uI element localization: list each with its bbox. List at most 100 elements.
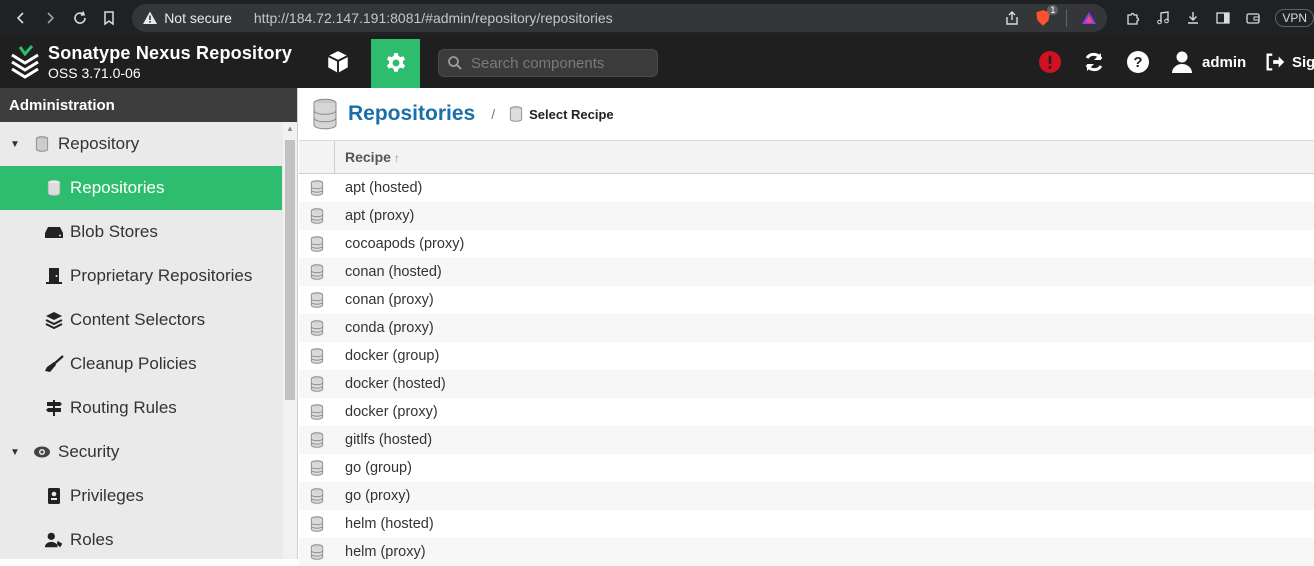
recipe-row[interactable]: conan (proxy) bbox=[299, 286, 1314, 314]
admin-sidebar: Administration ▼ Repository Repositories… bbox=[0, 88, 298, 559]
recipe-name: conan (proxy) bbox=[345, 292, 434, 308]
database-icon bbox=[299, 460, 335, 476]
database-icon bbox=[299, 348, 335, 364]
sidebar-item-content-selectors[interactable]: Content Selectors bbox=[0, 298, 282, 342]
database-icon bbox=[299, 432, 335, 448]
database-icon bbox=[299, 264, 335, 280]
vpn-button[interactable]: VPN bbox=[1275, 9, 1314, 27]
breadcrumb-current: Select Recipe bbox=[529, 106, 614, 122]
search-input[interactable] bbox=[471, 54, 651, 72]
chevron-right-icon bbox=[47, 12, 55, 24]
back-button[interactable] bbox=[6, 3, 36, 33]
music-icon[interactable] bbox=[1155, 10, 1171, 26]
sign-out-icon bbox=[1266, 53, 1285, 71]
breadcrumb-separator: / bbox=[491, 106, 496, 122]
sidebar-item-blob-stores[interactable]: Blob Stores bbox=[0, 210, 282, 254]
sidebar-item-cleanup-policies[interactable]: Cleanup Policies bbox=[0, 342, 282, 386]
recipe-name: conan (hosted) bbox=[345, 264, 442, 280]
username-label: admin bbox=[1202, 53, 1247, 71]
recipe-row[interactable]: go (proxy) bbox=[299, 482, 1314, 510]
sidebar-item-label: Privileges bbox=[70, 486, 144, 505]
nexus-logo-icon bbox=[11, 45, 39, 79]
grid-header: Recipe ↑ bbox=[299, 140, 1314, 174]
recipe-name: go (proxy) bbox=[345, 488, 411, 504]
sign-out-button[interactable]: Sig bbox=[1264, 36, 1314, 88]
app-header: Sonatype Nexus Repository OSS 3.71.0-06 … bbox=[0, 36, 1314, 88]
door-icon bbox=[44, 266, 64, 286]
brand-title: Sonatype Nexus Repository bbox=[48, 43, 293, 63]
sidebar-item-label: Routing Rules bbox=[70, 398, 177, 417]
bookmark-button[interactable] bbox=[95, 3, 125, 33]
sidebar-item-repository[interactable]: ▼ Repository bbox=[0, 122, 282, 166]
warning-icon bbox=[143, 11, 158, 24]
recipe-row[interactable]: docker (proxy) bbox=[299, 398, 1314, 426]
recipe-row[interactable]: conda (proxy) bbox=[299, 314, 1314, 342]
page-title[interactable]: Repositories bbox=[348, 102, 475, 126]
database-icon bbox=[299, 236, 335, 252]
share-icon[interactable] bbox=[1004, 10, 1020, 26]
search-components[interactable] bbox=[438, 49, 658, 77]
sidebar-item-proprietary-repositories[interactable]: Proprietary Repositories bbox=[0, 254, 282, 298]
security-label[interactable]: Not secure bbox=[164, 10, 232, 26]
recipe-row[interactable]: helm (hosted) bbox=[299, 510, 1314, 538]
download-icon[interactable] bbox=[1185, 10, 1201, 26]
sidebar-item-repositories[interactable]: Repositories bbox=[0, 166, 282, 210]
recipe-row[interactable]: conan (hosted) bbox=[299, 258, 1314, 286]
divider bbox=[1066, 9, 1068, 27]
reload-icon bbox=[74, 11, 86, 24]
recipe-row[interactable]: docker (group) bbox=[299, 342, 1314, 370]
recipe-column-header[interactable]: Recipe ↑ bbox=[345, 149, 400, 165]
drive-icon bbox=[44, 222, 64, 242]
database-icon bbox=[299, 180, 335, 196]
brave-shield-icon[interactable]: 1 bbox=[1034, 5, 1059, 27]
recipe-row[interactable]: go (group) bbox=[299, 454, 1314, 482]
recipe-row[interactable]: docker (hosted) bbox=[299, 370, 1314, 398]
brave-badge: 1 bbox=[1047, 5, 1059, 15]
browse-mode-button[interactable] bbox=[318, 36, 358, 88]
extensions-icon[interactable] bbox=[1125, 10, 1141, 26]
recipe-name: helm (proxy) bbox=[345, 544, 426, 560]
alert-icon bbox=[1039, 51, 1061, 73]
sidebar-item-privileges[interactable]: Privileges bbox=[0, 474, 282, 518]
scroll-up-icon[interactable]: ▲ bbox=[283, 124, 297, 136]
address-bar[interactable]: Not secure http://184.72.147.191:8081/#a… bbox=[132, 4, 1108, 32]
system-alert-button[interactable] bbox=[1038, 36, 1062, 88]
refresh-button[interactable] bbox=[1082, 36, 1106, 88]
browser-toolbar: Not secure http://184.72.147.191:8081/#a… bbox=[0, 0, 1314, 36]
recipe-row[interactable]: helm (proxy) bbox=[299, 538, 1314, 566]
sidebar-toggle-icon[interactable] bbox=[1215, 10, 1231, 26]
recipe-name: go (group) bbox=[345, 460, 412, 476]
recipe-name: docker (group) bbox=[345, 348, 440, 364]
brand[interactable]: Sonatype Nexus Repository OSS 3.71.0-06 bbox=[48, 43, 292, 81]
user-menu[interactable]: admin bbox=[1170, 36, 1246, 88]
brave-rewards-icon[interactable] bbox=[1081, 10, 1097, 26]
recipe-name: gitlfs (hosted) bbox=[345, 432, 433, 448]
help-icon: ? bbox=[1127, 51, 1149, 73]
refresh-icon bbox=[1085, 52, 1103, 72]
recipe-row[interactable]: apt (proxy) bbox=[299, 202, 1314, 230]
recipe-row[interactable]: cocoapods (proxy) bbox=[299, 230, 1314, 258]
database-icon bbox=[299, 516, 335, 532]
sidebar-item-security[interactable]: ▼ Security bbox=[0, 430, 282, 474]
reload-button[interactable] bbox=[65, 3, 95, 33]
icon-column-header bbox=[299, 140, 335, 174]
gear-icon bbox=[386, 52, 405, 72]
caret-down-icon[interactable]: ▼ bbox=[10, 139, 20, 150]
forward-button[interactable] bbox=[36, 3, 66, 33]
sidebar-item-label: Repositories bbox=[70, 178, 165, 197]
database-icon bbox=[313, 98, 337, 130]
sidebar-item-label: Roles bbox=[70, 530, 114, 549]
help-button[interactable]: ? bbox=[1126, 36, 1150, 88]
recipe-row[interactable]: gitlfs (hosted) bbox=[299, 426, 1314, 454]
recipe-row[interactable]: apt (hosted) bbox=[299, 174, 1314, 202]
sidebar-item-label: Repository bbox=[58, 134, 140, 153]
sidebar-scrollbar[interactable]: ▲ bbox=[283, 122, 297, 559]
scroll-thumb[interactable] bbox=[285, 140, 295, 400]
sidebar-item-roles[interactable]: Roles bbox=[0, 518, 282, 562]
caret-down-icon[interactable]: ▼ bbox=[10, 447, 20, 458]
url-text[interactable]: http://184.72.147.191:8081/#admin/reposi… bbox=[254, 10, 1004, 26]
wallet-icon[interactable] bbox=[1245, 10, 1261, 26]
admin-mode-button[interactable] bbox=[371, 39, 420, 88]
sort-asc-icon: ↑ bbox=[393, 151, 400, 165]
sidebar-item-routing-rules[interactable]: Routing Rules bbox=[0, 386, 282, 430]
